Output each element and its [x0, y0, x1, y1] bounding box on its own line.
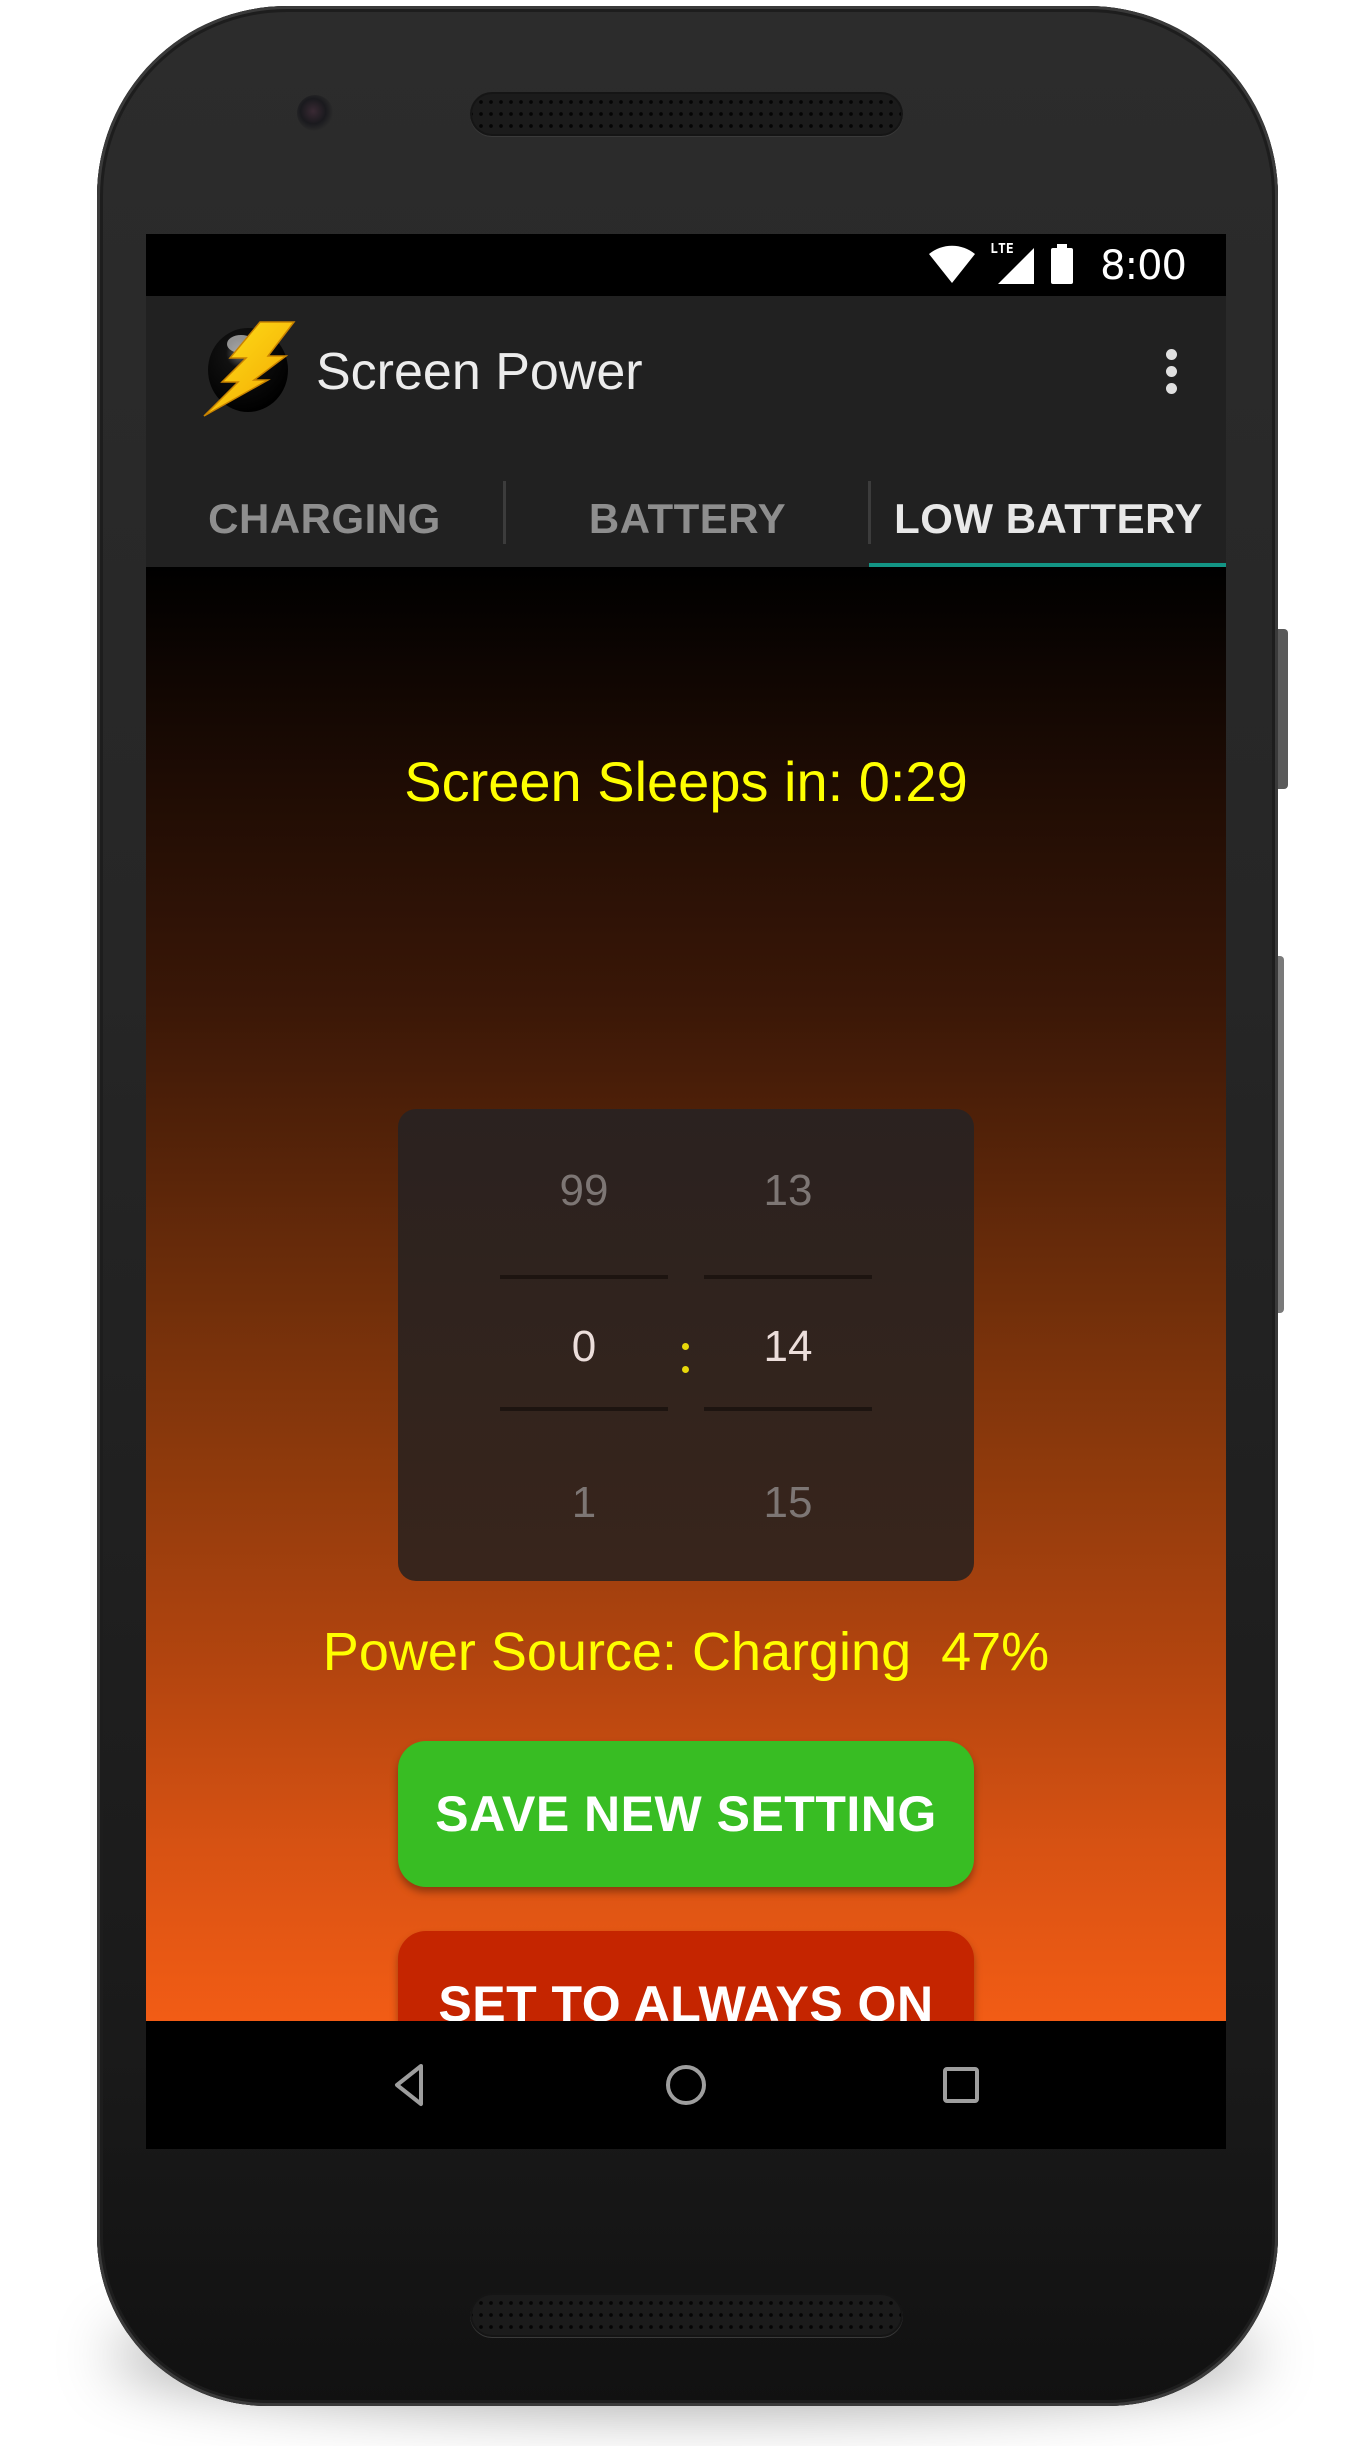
minutes-selection-line-bottom [500, 1407, 668, 1411]
seconds-picker[interactable]: 14 [704, 1317, 872, 1377]
volume-rocker [1278, 956, 1284, 1313]
lightning-bolt-icon [196, 318, 296, 418]
status-time: 8:00 [1100, 243, 1187, 289]
home-button[interactable] [646, 2045, 726, 2125]
battery-icon [1050, 243, 1074, 289]
tab-low-battery[interactable]: LOW BATTERY [871, 471, 1226, 567]
overflow-menu-icon [1165, 348, 1177, 360]
app-title: Screen Power [316, 343, 643, 401]
minutes-next-value[interactable]: 1 [500, 1473, 668, 1533]
wifi-icon [928, 245, 976, 288]
app-bar: Screen Power CHARGING BATTERY LOW BATTER… [146, 296, 1226, 568]
back-button[interactable] [371, 2045, 451, 2125]
timeout-picker: 99 0 1 13 14 15 [398, 1109, 974, 1581]
back-icon [395, 2064, 423, 2106]
status-bar: LTE 8:00 [146, 234, 1226, 296]
power-source-status: Power Source: Charging 47% [322, 1622, 1050, 1682]
navigation-bar [146, 2021, 1226, 2149]
front-camera [297, 95, 333, 131]
save-new-setting-button[interactable]: SAVE NEW SETTING [398, 1741, 974, 1887]
seconds-prev-value[interactable]: 13 [704, 1161, 872, 1221]
status-icons: LTE 8:00 [928, 242, 1187, 290]
seconds-selection-line-top [704, 1275, 872, 1279]
low-battery-panel: Screen Sleeps in: 0:29 99 0 1 13 14 15 P… [146, 567, 1226, 2077]
screen-sleep-countdown: Screen Sleeps in: 0:29 [404, 750, 968, 813]
home-icon [666, 2065, 706, 2105]
earpiece-speaker [470, 92, 903, 136]
overflow-menu-button[interactable] [1146, 341, 1196, 401]
picker-separator [682, 1335, 690, 1379]
recents-button[interactable] [921, 2045, 1001, 2125]
phone-screen: LTE 8:00 Screen Power CHARGING BATTERY L… [146, 234, 1226, 2149]
tab-charging[interactable]: CHARGING [146, 471, 503, 567]
seconds-selection-line-bottom [704, 1407, 872, 1411]
bottom-speaker [470, 2293, 903, 2337]
minutes-prev-value[interactable]: 99 [500, 1161, 668, 1221]
power-button [1278, 629, 1288, 789]
seconds-next-value[interactable]: 15 [704, 1473, 872, 1533]
tab-battery[interactable]: BATTERY [506, 471, 869, 567]
minutes-picker[interactable]: 0 [500, 1317, 668, 1377]
tab-bar: CHARGING BATTERY LOW BATTERY [146, 471, 1226, 568]
recents-icon [943, 2067, 979, 2103]
cell-signal-icon: LTE [988, 242, 1038, 286]
minutes-selection-line-top [500, 1275, 668, 1279]
